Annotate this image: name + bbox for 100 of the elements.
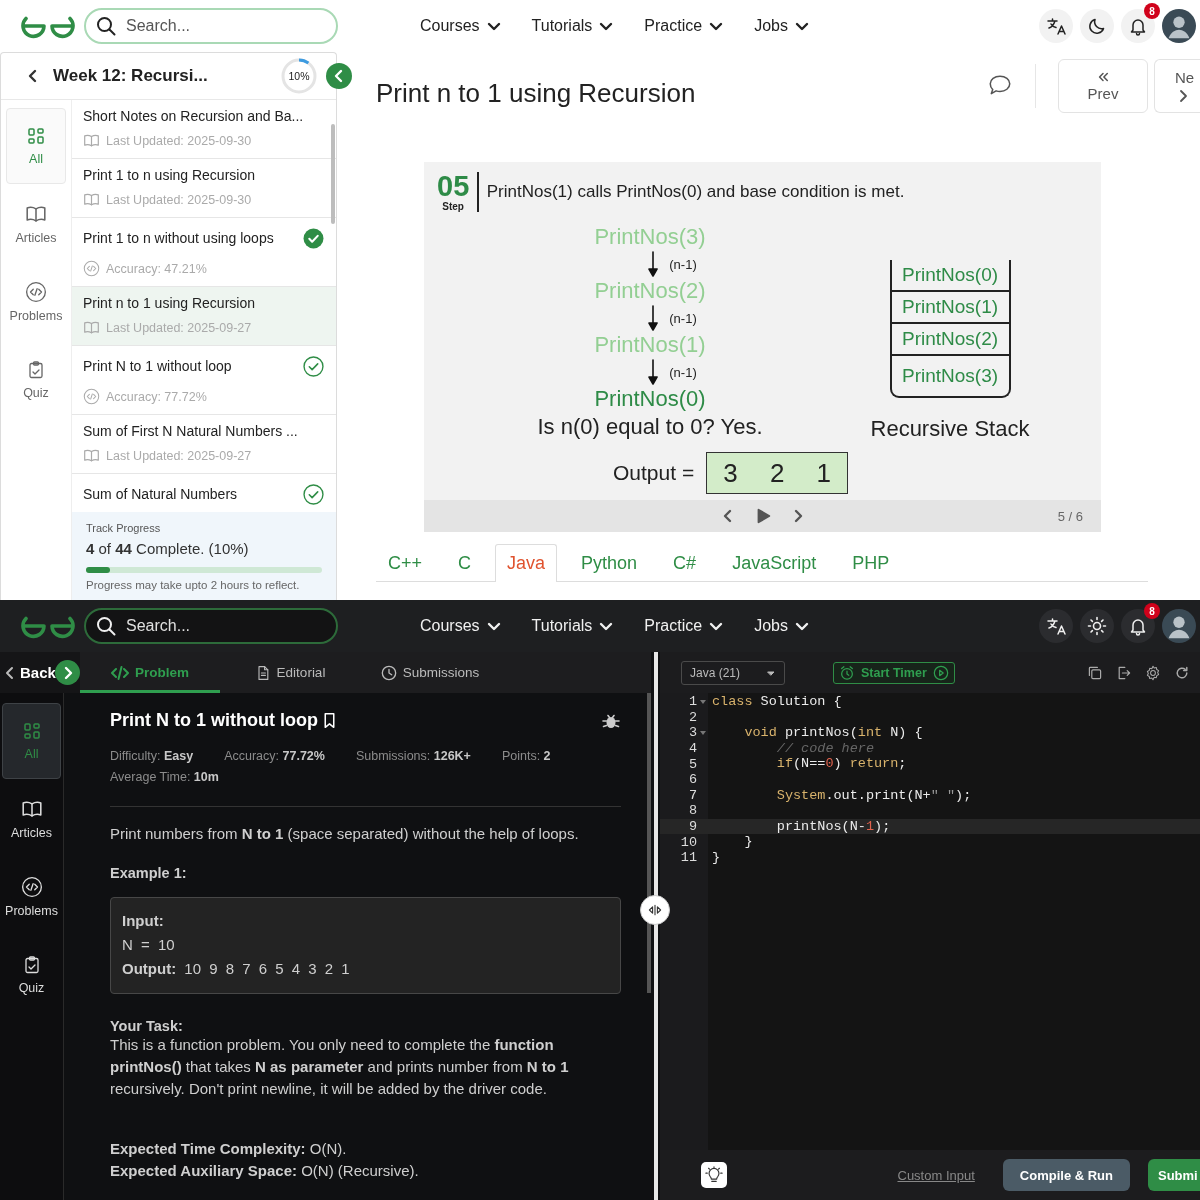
language-tab[interactable]: C <box>446 544 484 582</box>
rail-tab[interactable]: Articles <box>6 186 66 262</box>
theme-button[interactable] <box>1080 609 1114 643</box>
splitter-handle[interactable] <box>640 895 670 925</box>
complexity-text: Expected Auxiliary Space: O(N) (Recursive). <box>110 1161 420 1181</box>
submit-button[interactable]: Submi <box>1148 1159 1200 1191</box>
grid-icon <box>21 721 42 741</box>
sun-icon <box>1087 616 1107 636</box>
grid-icon <box>26 126 46 146</box>
problem-tab[interactable]: Problem <box>80 652 220 693</box>
lesson-title: Sum of Natural Numbers <box>83 485 238 504</box>
problem-stat: Points: 2 <box>501 749 551 763</box>
output-value: 3 <box>723 457 738 489</box>
rail-tab[interactable]: All <box>2 703 61 779</box>
fold-icon <box>700 730 706 736</box>
language-tab[interactable]: C++ <box>376 544 435 582</box>
stack-frame: PrintNos(0) <box>891 260 1009 292</box>
compile-run-button[interactable]: Compile & Run <box>1002 1159 1130 1191</box>
rail-tab[interactable]: Articles <box>2 781 61 857</box>
line-number: 3 <box>688 725 697 741</box>
clock-icon <box>380 664 397 681</box>
notification-badge: 8 <box>1144 3 1160 19</box>
problem-statement: Print numbers from N to 1 (space separated) without the help of loops. <box>110 824 580 844</box>
notifications-button[interactable] <box>1121 9 1155 43</box>
progress-percent: 10% <box>287 69 311 83</box>
step-number: 05 <box>437 172 470 201</box>
line-number: 8 <box>688 803 697 819</box>
next-button[interactable]: Ne <box>1154 59 1200 113</box>
lesson-title: Sum of First N Natural Numbers ... <box>83 422 298 441</box>
custom-input-link[interactable]: Custom Input <box>897 1167 975 1183</box>
prev-button[interactable]: Prev <box>1058 59 1148 113</box>
line-number: 7 <box>688 787 697 803</box>
nav-menu[interactable]: Tutorials <box>531 617 615 635</box>
line-number: 9 <box>688 819 697 835</box>
notifications-button[interactable] <box>1121 609 1155 643</box>
translate-icon <box>1046 16 1066 36</box>
theme-button[interactable] <box>1080 9 1114 43</box>
language-tab[interactable]: Python <box>569 544 650 582</box>
book-icon <box>83 447 100 464</box>
code-icon <box>83 388 100 405</box>
code-editor[interactable]: 1 2 3 4 5 6 7 8 9 10 11 class Solution { void printNos(int N) { // code here if(N==0) return; System.out.print(N+" "); printNos(N-1); } } <box>660 693 1200 1150</box>
translate-icon <box>1046 616 1066 636</box>
translate-button[interactable] <box>1039 9 1073 43</box>
rail-tab[interactable]: Quiz <box>6 342 66 418</box>
nav-menu[interactable]: Jobs <box>754 17 810 35</box>
example-heading: Example 1: <box>110 865 188 881</box>
copy-icon <box>1087 664 1103 681</box>
start-timer-button[interactable]: Start Timer <box>833 661 955 684</box>
line-number: 5 <box>688 756 697 772</box>
book-icon <box>83 319 100 336</box>
language-tab[interactable]: Java <box>495 544 558 582</box>
book-icon <box>20 798 43 820</box>
avatar[interactable] <box>1162 9 1196 43</box>
lesson-meta: Last Updated: 2025-09-30 <box>106 133 252 148</box>
language-select[interactable]: Java (21) <box>681 660 785 685</box>
nav-menu[interactable]: Jobs <box>754 617 810 635</box>
stack-frame: PrintNos(2) <box>891 324 1009 356</box>
code-line: if(N==0) return; <box>775 756 907 772</box>
stack-frame: PrintNos(3) <box>891 356 1009 396</box>
lesson-title: Print N to 1 without loop <box>83 357 232 376</box>
lesson-item[interactable]: Print n to 1 using Recursion Last Updated: 2025-09-27 <box>72 287 336 346</box>
lesson-item[interactable]: Sum of First N Natural Numbers ... Last Updated: 2025-09-27 <box>72 415 336 474</box>
stack-label: Recursive Stack <box>870 416 1030 442</box>
nav-menu[interactable]: Courses <box>420 17 502 35</box>
code-line: System.out.print(N+" "); <box>775 787 972 804</box>
step-label: Step <box>442 202 464 212</box>
nav-menu[interactable]: Practice <box>644 617 725 635</box>
code-line: class Solution { <box>711 694 842 710</box>
search-field[interactable]: Search... <box>84 608 338 644</box>
book-icon <box>25 203 47 225</box>
function-call: PrintNos(2) <box>594 278 706 304</box>
condition-text: Is n(0) equal to 0? Yes. <box>536 414 764 440</box>
rail-tab[interactable]: Problems <box>2 859 61 935</box>
language-tab[interactable]: JavaScript <box>720 544 829 582</box>
translate-button[interactable] <box>1039 609 1073 643</box>
collapse-button[interactable] <box>326 63 352 89</box>
stack-frame: PrintNos(1) <box>891 292 1009 324</box>
problem-stat: Difficulty: Easy <box>110 749 194 763</box>
lesson-meta: Accuracy: 77.72% <box>106 389 207 404</box>
language-tab[interactable]: PHP <box>840 544 902 582</box>
example-result-text: Output: 10 9 8 7 6 5 4 3 2 1 <box>122 959 351 979</box>
expand-button[interactable] <box>55 660 80 685</box>
lightbulb-icon <box>705 1166 723 1184</box>
rail-tab[interactable]: Quiz <box>2 937 61 1013</box>
rail-tab[interactable]: All <box>6 108 66 184</box>
nav-menu[interactable]: Courses <box>420 617 502 635</box>
nav-menu[interactable]: Tutorials <box>531 17 615 35</box>
lesson-item[interactable]: Print N to 1 without loop Accuracy: 77.72% <box>72 346 336 415</box>
avatar[interactable] <box>1162 609 1196 643</box>
progress-summary: 4 of 44 Complete. (10%) <box>86 540 250 557</box>
hint-button[interactable] <box>701 1162 727 1188</box>
output-value: 2 <box>769 457 785 489</box>
nav-menu[interactable]: Practice <box>644 17 725 35</box>
problem-tab[interactable]: Editorial <box>220 652 360 693</box>
lesson-meta: Accuracy: 47.21% <box>106 261 207 276</box>
lesson-title: Print 1 to n using Recursion <box>83 166 255 185</box>
language-tab[interactable]: C# <box>661 544 709 582</box>
output-label: Output = <box>613 461 695 485</box>
rail-tab[interactable]: Problems <box>6 264 66 340</box>
problem-tab[interactable]: Submissions <box>360 652 500 693</box>
